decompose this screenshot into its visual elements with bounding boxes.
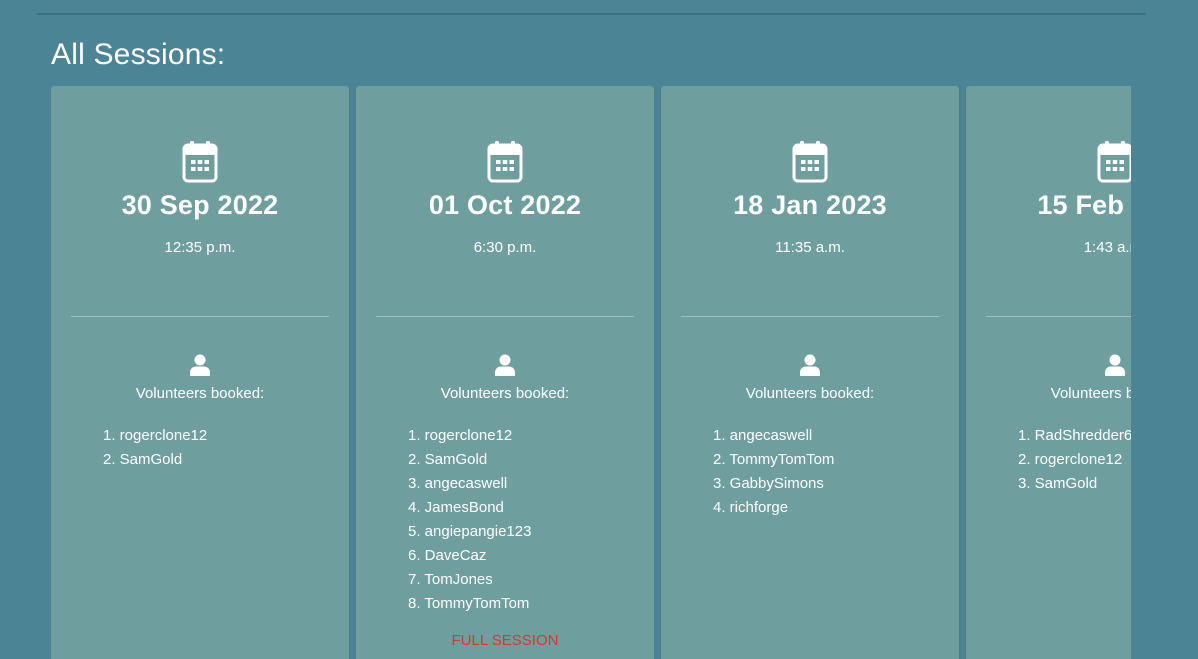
volunteer-list: 1. RadShredder69 2. rogerclone12 3. SamGol… <box>1018 424 1131 496</box>
calendar-icon <box>1097 141 1131 183</box>
calendar-icon <box>792 141 828 183</box>
session-card[interactable]: 30 Sep 2022 12:35 p.m. Volunteers booked: 1… <box>51 86 349 659</box>
volunteers-label: Volunteers booked: <box>135 385 265 402</box>
volunteer-item: 1. angecaswell <box>713 427 813 444</box>
volunteer-item: 4. JamesBond <box>408 499 504 516</box>
volunteers-label: Volunteers booked: <box>440 385 570 402</box>
volunteer-list: 1. rogerclone12 2. SamGold 3. angecaswell 4… <box>408 424 531 616</box>
card-divider <box>376 316 634 317</box>
volunteer-list: 1. rogerclone12 2. SamGold <box>103 424 207 472</box>
volunteer-item: 2. SamGold <box>103 451 183 468</box>
volunteer-item: 4. richforge <box>713 499 789 516</box>
volunteer-item: 2. TommyTomTom <box>713 451 835 468</box>
volunteer-item: 8. TommyTomTom <box>408 595 530 612</box>
volunteer-item: 5. angiepangie123 <box>408 523 532 540</box>
volunteer-item: 1. rogerclone12 <box>408 427 513 444</box>
sessions-carousel[interactable]: 30 Sep 2022 12:35 p.m. Volunteers booked: 1… <box>51 86 1131 659</box>
volunteer-item: 2. SamGold <box>408 451 488 468</box>
top-divider <box>37 13 1146 15</box>
volunteers-label: Volunteers booked: <box>745 385 875 402</box>
session-card[interactable]: 15 Feb 2023 1:43 a.m. Volunteers booked: 1.… <box>966 86 1131 659</box>
card-divider <box>681 316 939 317</box>
page: All Sessions: 30 Sep 2022 12:35 p.m. Volun… <box>0 0 1198 659</box>
user-icon <box>800 354 820 376</box>
card-divider <box>71 316 329 317</box>
volunteer-item: 7. TomJones <box>408 571 493 588</box>
session-date: 15 Feb 2023 <box>1037 190 1131 220</box>
volunteer-item: 3. SamGold <box>1018 475 1098 492</box>
user-icon <box>1105 354 1125 376</box>
card-divider <box>986 316 1131 317</box>
session-time: 6:30 p.m. <box>473 239 537 256</box>
session-date: 30 Sep 2022 <box>121 190 279 220</box>
volunteer-item: 1. RadShredder69 <box>1018 427 1131 444</box>
user-icon <box>190 354 210 376</box>
volunteer-item: 3. GabbySimons <box>713 475 824 492</box>
session-card[interactable]: 01 Oct 2022 6:30 p.m. Volunteers booked: 1.… <box>356 86 654 659</box>
session-time: 11:35 a.m. <box>775 239 845 256</box>
volunteer-item: 2. rogerclone12 <box>1018 451 1123 468</box>
volunteer-list: 1. angecaswell 2. TommyTomTom 3. GabbySimo… <box>713 424 834 520</box>
session-card[interactable]: 18 Jan 2023 11:35 a.m. Volunteers booked: 1… <box>661 86 959 659</box>
session-date: 01 Oct 2022 <box>428 190 582 220</box>
calendar-icon <box>182 141 218 183</box>
volunteer-item: 1. rogerclone12 <box>103 427 208 444</box>
sessions-track: 30 Sep 2022 12:35 p.m. Volunteers booked: 1… <box>51 86 1131 659</box>
volunteer-item: 6. DaveCaz <box>408 547 487 564</box>
volunteer-item: 3. angecaswell <box>408 475 508 492</box>
volunteers-label: Volunteers booked: <box>1050 385 1131 402</box>
page-title: All Sessions: <box>51 38 226 71</box>
calendar-icon <box>487 141 523 183</box>
session-time: 12:35 p.m. <box>164 239 236 256</box>
user-icon <box>495 354 515 376</box>
session-time: 1:43 a.m. <box>1083 239 1131 256</box>
full-session-badge: FULL SESSION <box>451 632 559 649</box>
session-date: 18 Jan 2023 <box>733 190 887 220</box>
